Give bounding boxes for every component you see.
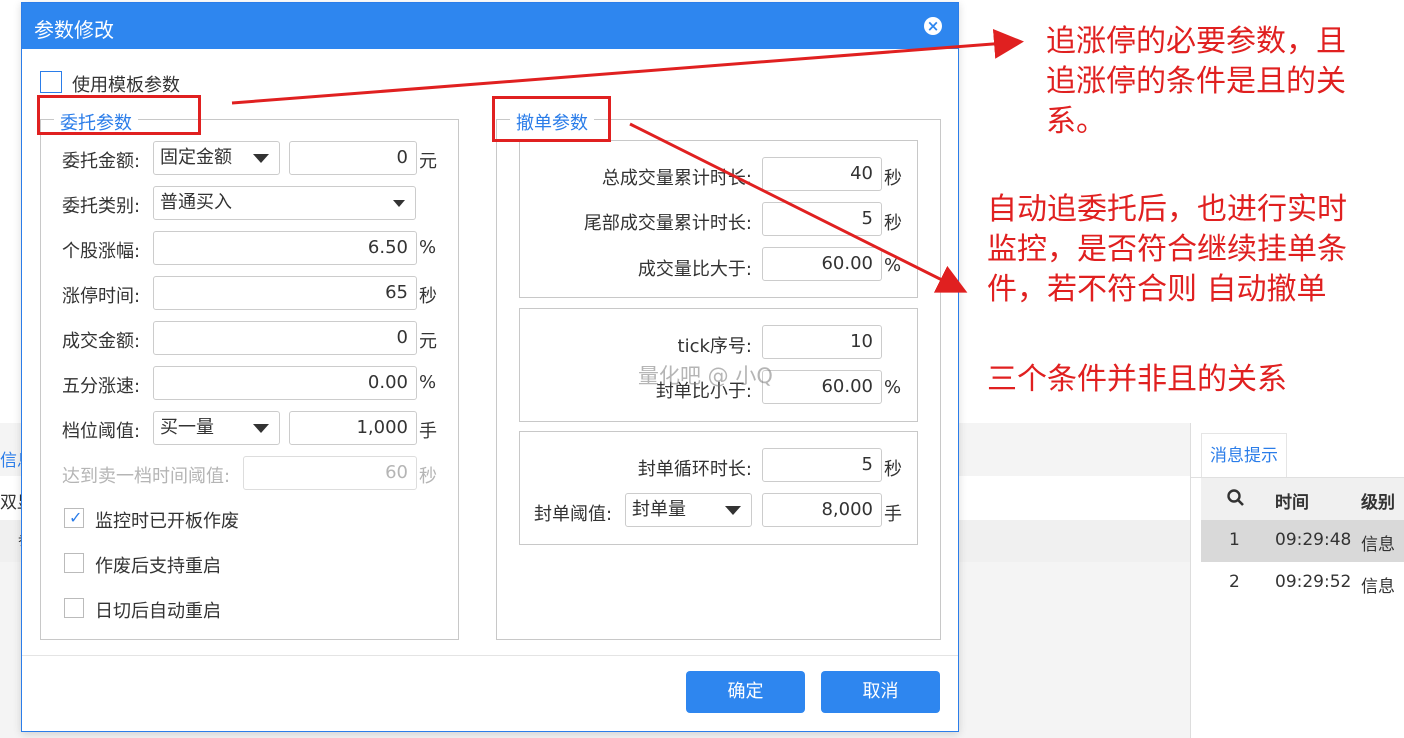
arrow-to-note-1: [231, 28, 1024, 105]
annotation-line: 监控，是否符合继续挂单条: [987, 232, 1347, 267]
arrow-to-note-2: [629, 122, 968, 293]
annotation-note-1: 追涨停的必要参数，且 追涨停的条件是且的关 系。: [1046, 22, 1346, 142]
annotation-line: 自动追委托后，也进行实时: [987, 192, 1347, 227]
annotation-note-3: 三个条件并非且的关系: [987, 362, 1287, 397]
annotation-note-2: 自动追委托后，也进行实时 监控，是否符合继续挂单条 件，若不符合则 自动撤单: [987, 190, 1347, 310]
annotation-line: 追涨停的必要参数，且: [1046, 24, 1346, 59]
annotation-line: 系。: [1046, 104, 1106, 139]
annotation-line: 追涨停的条件是且的关: [1046, 64, 1346, 99]
annotation-line: 件，若不符合则 自动撤单: [987, 272, 1327, 307]
